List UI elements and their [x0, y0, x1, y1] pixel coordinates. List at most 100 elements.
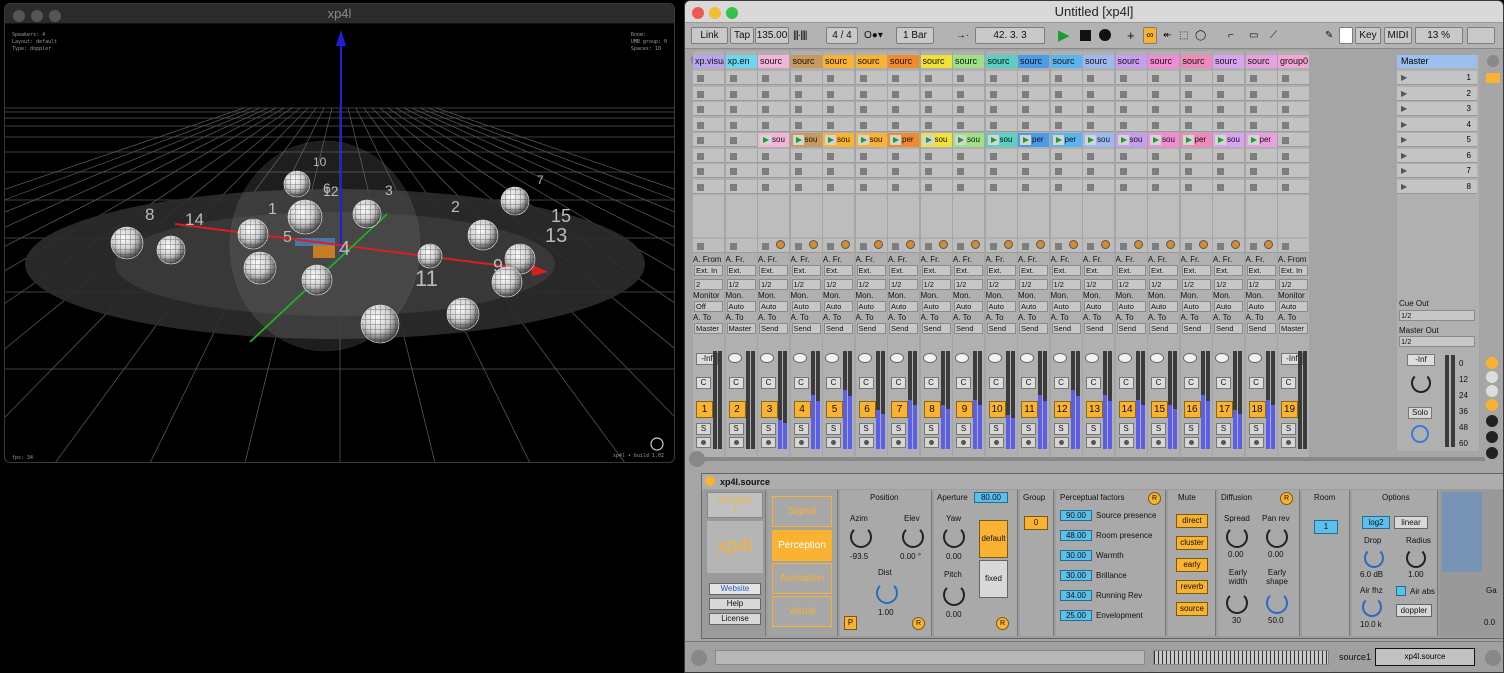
- solo-button[interactable]: S: [761, 423, 776, 435]
- arm-button[interactable]: [728, 437, 744, 448]
- clip-slot[interactable]: [920, 86, 952, 101]
- arm-button[interactable]: [1216, 437, 1231, 448]
- clip-slot[interactable]: [1115, 148, 1147, 163]
- clip-slot[interactable]: [758, 164, 789, 178]
- audio-to-select[interactable]: Send: [921, 323, 951, 334]
- drop-area[interactable]: [725, 195, 757, 237]
- stop-clip-icon[interactable]: [859, 121, 867, 129]
- track-header[interactable]: sourc: [823, 55, 854, 68]
- audio-from-select[interactable]: Ext.: [1149, 265, 1178, 276]
- clip-slot[interactable]: [823, 117, 854, 132]
- clip-slot[interactable]: sou: [1148, 133, 1179, 147]
- clip-slot[interactable]: [725, 179, 757, 194]
- early-width-knob[interactable]: [1226, 592, 1248, 614]
- clip-slot[interactable]: [1278, 71, 1309, 85]
- clip-slot[interactable]: [985, 71, 1017, 85]
- stop-clip-icon[interactable]: [762, 75, 769, 82]
- solo-button[interactable]: S: [1151, 423, 1166, 435]
- clip-slot[interactable]: [1018, 148, 1049, 163]
- crossfade-button[interactable]: C: [761, 377, 776, 389]
- stop-clip-icon[interactable]: [1022, 168, 1029, 175]
- monitor-select[interactable]: Auto: [1246, 301, 1276, 312]
- clip-slot[interactable]: [1213, 86, 1244, 101]
- clip-slot[interactable]: [725, 133, 757, 147]
- clip-slot[interactable]: [758, 102, 789, 116]
- clip-slot[interactable]: [1245, 117, 1277, 132]
- master-out-select[interactable]: 1/2: [1399, 336, 1475, 347]
- clip-slot[interactable]: [823, 148, 854, 163]
- nudge-icons[interactable]: |||·||||: [793, 27, 823, 44]
- viewer-titlebar[interactable]: xp4l: [5, 4, 674, 24]
- input-channel-select[interactable]: 1/2: [1051, 279, 1081, 290]
- clip-slot[interactable]: [1115, 102, 1147, 116]
- clip-slot[interactable]: [1278, 148, 1309, 163]
- crossfade-button[interactable]: C: [1021, 377, 1036, 389]
- volume-knob[interactable]: [1020, 353, 1034, 363]
- clip-slot[interactable]: [1115, 71, 1147, 85]
- drop-area[interactable]: [920, 195, 952, 237]
- clip-play-icon[interactable]: [1020, 135, 1031, 145]
- track-header[interactable]: sourc: [1115, 55, 1147, 68]
- stop-icon[interactable]: [729, 243, 737, 250]
- detail-view-toggle-icon[interactable]: [689, 451, 705, 467]
- clip-slot[interactable]: [1180, 102, 1212, 116]
- yaw-knob[interactable]: [943, 526, 965, 548]
- clip-slot[interactable]: sou: [790, 133, 822, 147]
- curve-icon[interactable]: ⟋: [1270, 27, 1277, 44]
- clip-slot[interactable]: [1083, 164, 1114, 178]
- track-header[interactable]: sourc: [758, 55, 789, 68]
- perceptual-reset-button[interactable]: R: [1148, 492, 1161, 505]
- arm-button[interactable]: [923, 437, 939, 448]
- stop-all-slot[interactable]: [725, 239, 757, 253]
- stop-clip-icon[interactable]: [1087, 183, 1094, 191]
- clip-slot[interactable]: [855, 86, 887, 101]
- early-shape-knob[interactable]: [1266, 592, 1288, 614]
- track-knob[interactable]: [1036, 240, 1045, 249]
- clip-slot[interactable]: [855, 179, 887, 194]
- stop-icon[interactable]: [957, 243, 964, 250]
- crossfade-button[interactable]: C: [988, 377, 1004, 389]
- clip-slot[interactable]: [1180, 179, 1212, 194]
- audio-to-select[interactable]: Master: [726, 323, 756, 334]
- elev-knob[interactable]: [902, 526, 924, 548]
- scene-6[interactable]: ▶ 6: [1397, 148, 1477, 163]
- position-field[interactable]: 42. 3. 3: [975, 27, 1045, 44]
- clip-slot[interactable]: [920, 164, 952, 178]
- stop-clip-icon[interactable]: [762, 168, 769, 175]
- perceptual-value[interactable]: 90.00: [1060, 510, 1092, 521]
- clip-slot[interactable]: [1018, 71, 1049, 85]
- monitor-select[interactable]: Auto: [726, 301, 756, 312]
- metronome-icon[interactable]: O●▾: [864, 27, 888, 44]
- scrollbar[interactable]: [705, 457, 1485, 461]
- stop-clip-icon[interactable]: [1152, 90, 1159, 98]
- clip-slot[interactable]: [758, 117, 789, 132]
- audio-from-select[interactable]: Ext.: [1019, 265, 1048, 276]
- track-activator-button[interactable]: 8: [923, 401, 941, 418]
- crossfade-button[interactable]: C: [1086, 377, 1101, 389]
- stop-clip-icon[interactable]: [1152, 75, 1159, 82]
- dist-knob[interactable]: [876, 582, 898, 604]
- audio-to-select[interactable]: Send: [1116, 323, 1146, 334]
- audio-to-select[interactable]: Send: [791, 323, 821, 334]
- clip-slot[interactable]: [1213, 102, 1244, 116]
- loop-icon[interactable]: ⬚: [1179, 27, 1188, 44]
- clip-slot[interactable]: [1148, 71, 1179, 85]
- stop-clip-icon[interactable]: [1282, 75, 1289, 82]
- arm-button[interactable]: [826, 437, 841, 448]
- clip-slot[interactable]: [725, 148, 757, 163]
- input-channel-select[interactable]: 1/2: [889, 279, 918, 290]
- track-knob[interactable]: [1133, 240, 1143, 249]
- input-channel-select[interactable]: 2: [694, 279, 723, 290]
- cue-volume-knob[interactable]: [1411, 425, 1429, 443]
- audio-from-select[interactable]: Ext.: [791, 265, 821, 276]
- monitor-select[interactable]: Auto: [791, 301, 821, 312]
- volume-knob[interactable]: [825, 353, 839, 363]
- stop-clip-icon[interactable]: [924, 75, 932, 82]
- clip-slot[interactable]: per: [1180, 133, 1212, 147]
- stop-clip-icon[interactable]: [827, 168, 834, 175]
- stop-icon[interactable]: [1022, 243, 1029, 250]
- stop-clip-icon[interactable]: [1184, 106, 1192, 113]
- stop-clip-icon[interactable]: [989, 152, 997, 160]
- volume-knob[interactable]: [760, 353, 774, 363]
- pitch-knob[interactable]: [943, 584, 965, 606]
